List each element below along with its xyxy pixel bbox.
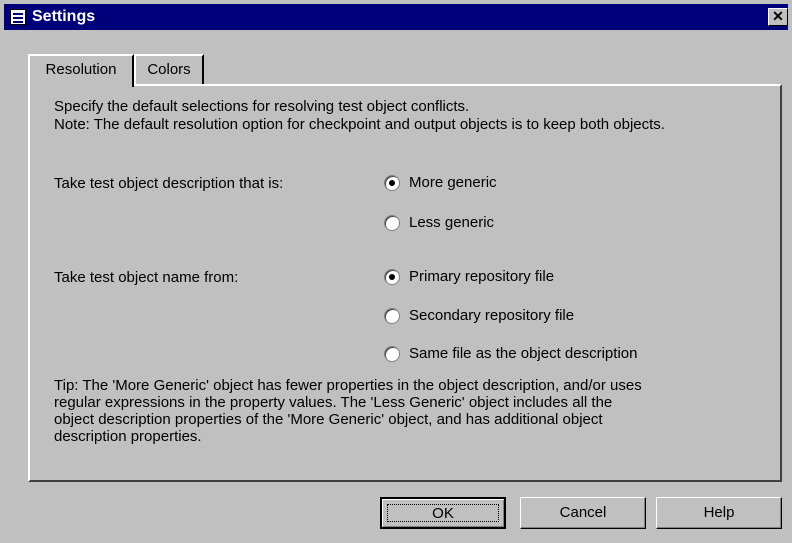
tip-line: Tip: The 'More Generic' object has fewer… [54, 377, 642, 394]
close-icon: ✕ [772, 8, 784, 24]
radio-secondary-repository[interactable]: Secondary repository file [384, 307, 574, 324]
ok-button[interactable]: OK [380, 497, 506, 529]
tip-line: regular expressions in the property valu… [54, 394, 613, 411]
radio-more-generic[interactable]: More generic [384, 174, 497, 191]
radio-same-file[interactable]: Same file as the object description [384, 345, 637, 362]
radio-same-file-label: Same file as the object description [409, 345, 638, 362]
intro-line-1: Specify the default selections for resol… [54, 98, 470, 115]
radio-less-generic-label: Less generic [409, 214, 495, 231]
radio-unchecked-icon [384, 307, 400, 324]
tip-text: Tip: The 'More Generic' object has fewer… [54, 377, 764, 445]
title-bar: Settings ✕ [4, 4, 788, 30]
settings-window-icon [10, 9, 26, 25]
window-title: Settings [32, 8, 96, 25]
radio-checked-icon [384, 268, 400, 285]
radio-primary-repository[interactable]: Primary repository file [384, 268, 554, 285]
settings-dialog: Settings ✕ Resolution Colors Specify the… [0, 0, 792, 543]
radio-primary-repository-label: Primary repository file [409, 268, 555, 285]
description-group-label: Take test object description that is: [54, 175, 284, 192]
radio-unchecked-icon [384, 345, 400, 362]
tip-line: description properties. [54, 428, 202, 445]
intro-line-2: Note: The default resolution option for … [54, 116, 665, 133]
help-button[interactable]: Help [656, 497, 782, 529]
tab-colors[interactable]: Colors [134, 54, 204, 84]
radio-checked-icon [384, 174, 400, 191]
tab-resolution[interactable]: Resolution [28, 54, 134, 87]
radio-unchecked-icon [384, 214, 400, 231]
radio-secondary-repository-label: Secondary repository file [409, 307, 575, 324]
radio-more-generic-label: More generic [409, 174, 497, 191]
cancel-button[interactable]: Cancel [520, 497, 646, 529]
radio-less-generic[interactable]: Less generic [384, 214, 494, 231]
focus-rect [387, 504, 499, 522]
tip-line: object description properties of the 'Mo… [54, 411, 603, 428]
close-button[interactable]: ✕ [768, 8, 788, 26]
name-group-label: Take test object name from: [54, 269, 239, 286]
